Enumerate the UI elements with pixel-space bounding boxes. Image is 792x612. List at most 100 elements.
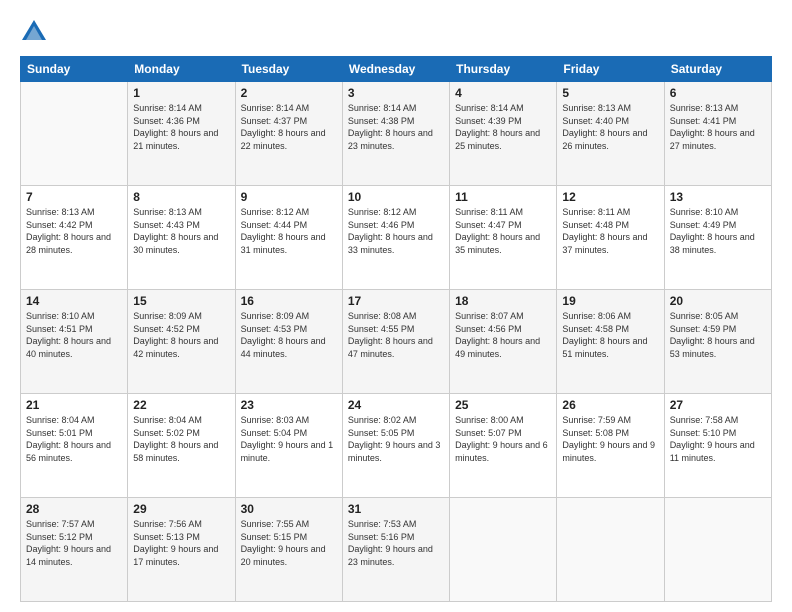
day-info: Sunrise: 7:56 AMSunset: 5:13 PMDaylight:… [133, 518, 229, 568]
day-info: Sunrise: 7:59 AMSunset: 5:08 PMDaylight:… [562, 414, 658, 464]
week-row-4: 21 Sunrise: 8:04 AMSunset: 5:01 PMDayligh… [21, 394, 772, 498]
day-info: Sunrise: 8:05 AMSunset: 4:59 PMDaylight:… [670, 310, 766, 360]
day-info: Sunrise: 8:11 AMSunset: 4:48 PMDaylight:… [562, 206, 658, 256]
day-cell: 10Sunrise: 8:12 AMSunset: 4:46 PMDayligh… [342, 186, 449, 290]
logo [20, 18, 52, 46]
day-number: 28 [26, 502, 122, 516]
day-number: 30 [241, 502, 337, 516]
day-number: 8 [133, 190, 229, 204]
day-number: 20 [670, 294, 766, 308]
day-cell: 12 Sunrise: 8:11 AMSunset: 4:48 PMDayligh… [557, 186, 664, 290]
day-info: Sunrise: 8:00 AMSunset: 5:07 PMDaylight:… [455, 414, 551, 464]
day-cell: 26 Sunrise: 7:59 AMSunset: 5:08 PMDayligh… [557, 394, 664, 498]
day-cell: 27 Sunrise: 7:58 AMSunset: 5:10 PMDayligh… [664, 394, 771, 498]
day-info: Sunrise: 8:13 AMSunset: 4:43 PMDaylight:… [133, 206, 229, 256]
week-row-1: 1 Sunrise: 8:14 AMSunset: 4:36 PMDaylight… [21, 82, 772, 186]
day-number: 14 [26, 294, 122, 308]
day-cell: 25 Sunrise: 8:00 AMSunset: 5:07 PMDayligh… [450, 394, 557, 498]
day-number: 26 [562, 398, 658, 412]
day-cell: 1 Sunrise: 8:14 AMSunset: 4:36 PMDaylight… [128, 82, 235, 186]
week-row-3: 14 Sunrise: 8:10 AMSunset: 4:51 PMDayligh… [21, 290, 772, 394]
day-info: Sunrise: 8:14 AMSunset: 4:37 PMDaylight:… [241, 102, 337, 152]
weekday-header-tuesday: Tuesday [235, 57, 342, 82]
day-number: 18 [455, 294, 551, 308]
day-info: Sunrise: 8:14 AMSunset: 4:39 PMDaylight:… [455, 102, 551, 152]
day-number: 7 [26, 190, 122, 204]
header [20, 18, 772, 46]
day-info: Sunrise: 8:10 AMSunset: 4:51 PMDaylight:… [26, 310, 122, 360]
week-row-5: 28 Sunrise: 7:57 AMSunset: 5:12 PMDayligh… [21, 498, 772, 602]
day-cell: 11 Sunrise: 8:11 AMSunset: 4:47 PMDayligh… [450, 186, 557, 290]
day-cell: 19Sunrise: 8:06 AMSunset: 4:58 PMDayligh… [557, 290, 664, 394]
day-info: Sunrise: 7:53 AMSunset: 5:16 PMDaylight:… [348, 518, 444, 568]
day-cell [664, 498, 771, 602]
day-cell: 13 Sunrise: 8:10 AMSunset: 4:49 PMDayligh… [664, 186, 771, 290]
day-cell: 24 Sunrise: 8:02 AMSunset: 5:05 PMDayligh… [342, 394, 449, 498]
day-cell: 7 Sunrise: 8:13 AMSunset: 4:42 PMDaylight… [21, 186, 128, 290]
day-number: 21 [26, 398, 122, 412]
day-info: Sunrise: 7:58 AMSunset: 5:10 PMDaylight:… [670, 414, 766, 464]
day-info: Sunrise: 8:13 AMSunset: 4:41 PMDaylight:… [670, 102, 766, 152]
weekday-header-row: SundayMondayTuesdayWednesdayThursdayFrid… [21, 57, 772, 82]
day-info: Sunrise: 8:14 AMSunset: 4:36 PMDaylight:… [133, 102, 229, 152]
day-number: 12 [562, 190, 658, 204]
calendar-page: SundayMondayTuesdayWednesdayThursdayFrid… [0, 0, 792, 612]
day-number: 22 [133, 398, 229, 412]
day-cell: 3 Sunrise: 8:14 AMSunset: 4:38 PMDaylight… [342, 82, 449, 186]
day-number: 6 [670, 86, 766, 100]
day-info: Sunrise: 8:10 AMSunset: 4:49 PMDaylight:… [670, 206, 766, 256]
day-cell: 31 Sunrise: 7:53 AMSunset: 5:16 PMDayligh… [342, 498, 449, 602]
day-number: 13 [670, 190, 766, 204]
logo-icon [20, 18, 48, 46]
day-cell: 18 Sunrise: 8:07 AMSunset: 4:56 PMDayligh… [450, 290, 557, 394]
weekday-header-friday: Friday [557, 57, 664, 82]
day-number: 16 [241, 294, 337, 308]
day-cell: 30Sunrise: 7:55 AMSunset: 5:15 PMDayligh… [235, 498, 342, 602]
day-number: 25 [455, 398, 551, 412]
day-number: 2 [241, 86, 337, 100]
week-row-2: 7 Sunrise: 8:13 AMSunset: 4:42 PMDaylight… [21, 186, 772, 290]
day-info: Sunrise: 8:14 AMSunset: 4:38 PMDaylight:… [348, 102, 444, 152]
day-number: 27 [670, 398, 766, 412]
weekday-header-sunday: Sunday [21, 57, 128, 82]
day-cell [557, 498, 664, 602]
day-cell: 15 Sunrise: 8:09 AMSunset: 4:52 PMDayligh… [128, 290, 235, 394]
day-info: Sunrise: 8:09 AMSunset: 4:52 PMDaylight:… [133, 310, 229, 360]
day-info: Sunrise: 8:11 AMSunset: 4:47 PMDaylight:… [455, 206, 551, 256]
day-info: Sunrise: 8:13 AMSunset: 4:40 PMDaylight:… [562, 102, 658, 152]
day-cell: 23Sunrise: 8:03 AMSunset: 5:04 PMDayligh… [235, 394, 342, 498]
weekday-header-thursday: Thursday [450, 57, 557, 82]
day-cell: 16Sunrise: 8:09 AMSunset: 4:53 PMDayligh… [235, 290, 342, 394]
day-number: 11 [455, 190, 551, 204]
day-number: 19 [562, 294, 658, 308]
day-cell: 14 Sunrise: 8:10 AMSunset: 4:51 PMDayligh… [21, 290, 128, 394]
day-info: Sunrise: 8:04 AMSunset: 5:01 PMDaylight:… [26, 414, 122, 464]
day-number: 31 [348, 502, 444, 516]
day-number: 29 [133, 502, 229, 516]
weekday-header-saturday: Saturday [664, 57, 771, 82]
day-info: Sunrise: 8:13 AMSunset: 4:42 PMDaylight:… [26, 206, 122, 256]
day-info: Sunrise: 8:04 AMSunset: 5:02 PMDaylight:… [133, 414, 229, 464]
day-number: 3 [348, 86, 444, 100]
day-info: Sunrise: 8:02 AMSunset: 5:05 PMDaylight:… [348, 414, 444, 464]
day-number: 9 [241, 190, 337, 204]
weekday-header-monday: Monday [128, 57, 235, 82]
day-number: 5 [562, 86, 658, 100]
day-cell: 9Sunrise: 8:12 AMSunset: 4:44 PMDaylight… [235, 186, 342, 290]
day-number: 15 [133, 294, 229, 308]
day-number: 17 [348, 294, 444, 308]
day-number: 23 [241, 398, 337, 412]
day-number: 24 [348, 398, 444, 412]
day-cell: 17 Sunrise: 8:08 AMSunset: 4:55 PMDayligh… [342, 290, 449, 394]
day-info: Sunrise: 7:57 AMSunset: 5:12 PMDaylight:… [26, 518, 122, 568]
day-number: 10 [348, 190, 444, 204]
day-info: Sunrise: 8:08 AMSunset: 4:55 PMDaylight:… [348, 310, 444, 360]
day-number: 1 [133, 86, 229, 100]
day-cell: 5 Sunrise: 8:13 AMSunset: 4:40 PMDaylight… [557, 82, 664, 186]
day-cell: 2 Sunrise: 8:14 AMSunset: 4:37 PMDaylight… [235, 82, 342, 186]
day-info: Sunrise: 8:07 AMSunset: 4:56 PMDaylight:… [455, 310, 551, 360]
day-cell: 4Sunrise: 8:14 AMSunset: 4:39 PMDaylight… [450, 82, 557, 186]
day-cell: 22 Sunrise: 8:04 AMSunset: 5:02 PMDayligh… [128, 394, 235, 498]
day-cell [450, 498, 557, 602]
weekday-header-wednesday: Wednesday [342, 57, 449, 82]
